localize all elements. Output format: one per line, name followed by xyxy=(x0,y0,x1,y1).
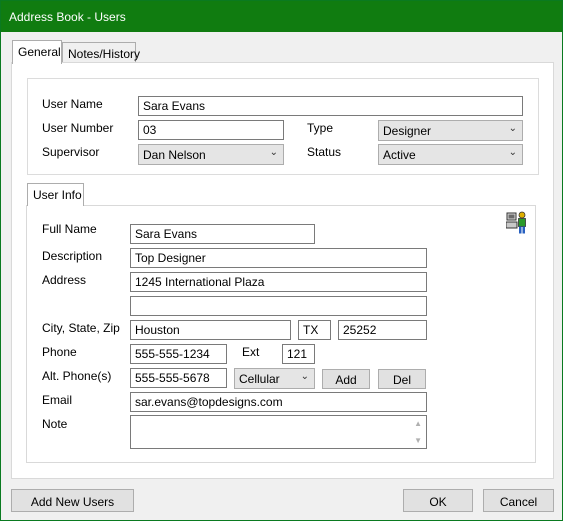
cancel-button[interactable]: Cancel xyxy=(483,489,554,512)
chevron-down-icon: ⌄ xyxy=(269,147,278,158)
chevron-down-icon: ⌄ xyxy=(300,371,309,382)
email-label: Email xyxy=(42,393,73,407)
user-number-label: User Number xyxy=(42,121,114,135)
status-select-value: Active xyxy=(383,148,416,162)
user-computer-icon xyxy=(505,211,528,235)
email-field[interactable]: sar.evans@topdesigns.com xyxy=(130,392,427,412)
phone-label: Phone xyxy=(42,345,77,359)
type-select-value: Designer xyxy=(383,124,432,138)
scroll-down-arrow-icon[interactable]: ▼ xyxy=(414,436,422,445)
alt-phone-field[interactable]: 555-555-5678 xyxy=(130,368,227,388)
address-line1-field[interactable]: 1245 International Plaza xyxy=(130,272,427,292)
delete-phone-button[interactable]: Del xyxy=(378,369,426,389)
chevron-down-icon: ⌄ xyxy=(508,123,517,134)
state-field[interactable]: TX xyxy=(298,320,331,340)
note-label: Note xyxy=(42,417,68,431)
add-phone-button[interactable]: Add xyxy=(322,369,370,389)
alt-phone-type-select[interactable]: Cellular ⌄ xyxy=(234,368,315,389)
full-name-field[interactable]: Sara Evans xyxy=(130,224,315,244)
user-name-field[interactable]: Sara Evans xyxy=(138,96,523,116)
window-title: Address Book - Users xyxy=(9,10,126,24)
city-state-zip-label: City, State, Zip xyxy=(42,321,120,335)
tab-general[interactable]: General xyxy=(12,40,62,64)
add-new-users-button[interactable]: Add New Users xyxy=(11,489,134,512)
description-label: Description xyxy=(42,249,103,263)
title-bar[interactable]: Address Book - Users xyxy=(1,1,562,32)
supervisor-select-value: Dan Nelson xyxy=(143,148,206,162)
city-field[interactable]: Houston xyxy=(130,320,291,340)
alt-phone-label: Alt. Phone(s) xyxy=(42,369,112,383)
description-field[interactable]: Top Designer xyxy=(130,248,427,268)
phone-field[interactable]: 555-555-1234 xyxy=(130,344,227,364)
zip-field[interactable]: 25252 xyxy=(338,320,427,340)
note-textarea[interactable]: ▲ ▼ xyxy=(130,415,427,449)
tab-user-info[interactable]: User Info xyxy=(27,183,84,206)
full-name-label: Full Name xyxy=(42,222,97,236)
address-line2-field[interactable] xyxy=(130,296,427,316)
address-book-window: Address Book - Users General Notes/Histo… xyxy=(0,0,563,521)
ok-button[interactable]: OK xyxy=(403,489,473,512)
scroll-up-arrow-icon[interactable]: ▲ xyxy=(414,419,422,428)
tab-notes-history[interactable]: Notes/History xyxy=(62,42,140,62)
type-label: Type xyxy=(307,121,334,135)
user-number-field[interactable]: 03 xyxy=(138,120,284,140)
ext-field[interactable]: 121 xyxy=(282,344,315,364)
alt-phone-type-value: Cellular xyxy=(239,372,280,386)
chevron-down-icon: ⌄ xyxy=(508,147,517,158)
status-label: Status xyxy=(307,145,342,159)
ext-label: Ext xyxy=(242,345,260,359)
address-label: Address xyxy=(42,273,87,287)
supervisor-select[interactable]: Dan Nelson ⌄ xyxy=(138,144,284,165)
type-select[interactable]: Designer ⌄ xyxy=(378,120,523,141)
status-select[interactable]: Active ⌄ xyxy=(378,144,523,165)
user-name-label: User Name xyxy=(42,97,103,111)
supervisor-label: Supervisor xyxy=(42,145,100,159)
